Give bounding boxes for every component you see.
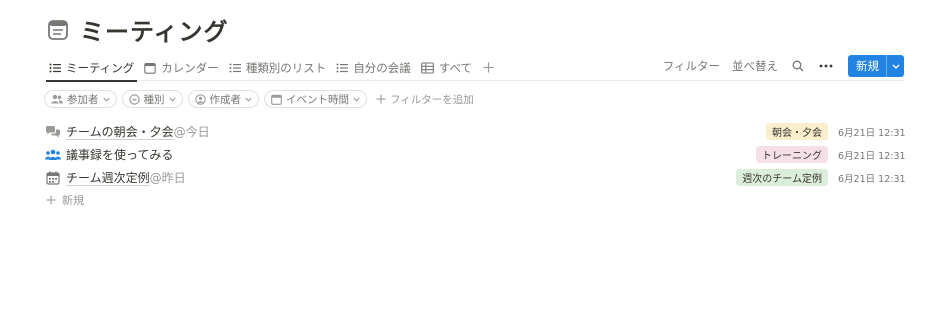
list-item[interactable]: 議事録を使ってみる トレーニング 6月21日 12:31 — [44, 143, 906, 166]
sort-button[interactable]: 並べ替え — [726, 58, 784, 74]
filter-label: 参加者 — [67, 93, 99, 106]
tab-my-meetings[interactable]: 自分の会議 — [331, 55, 416, 80]
chat-icon — [44, 123, 62, 141]
tab-label: カレンダー — [161, 60, 219, 75]
plus-icon — [376, 94, 386, 104]
add-row-button[interactable]: 新規 — [44, 189, 904, 211]
list-icon — [229, 63, 241, 72]
add-view-button[interactable] — [477, 55, 500, 80]
add-row-label: 新規 — [62, 194, 84, 207]
created-date: 6月21日 12:31 — [838, 150, 906, 162]
calendar-icon — [144, 62, 157, 74]
list-icon — [49, 63, 61, 72]
filter-type[interactable]: 種別 — [121, 90, 183, 108]
document-icon[interactable] — [46, 18, 70, 42]
plus-icon — [483, 62, 494, 73]
created-date: 6月21日 12:31 — [838, 173, 906, 185]
row-title[interactable]: 議事録を使ってみる — [66, 146, 173, 163]
calendar-icon — [271, 94, 282, 105]
search-icon[interactable] — [787, 60, 809, 72]
view-toolbar: フィルター 並べ替え 新規 — [657, 55, 904, 77]
filter-label: 作成者 — [209, 93, 242, 106]
view-tabs: ミーティング カレンダー 種類別のリスト 自分の会議 すべて — [44, 55, 500, 82]
type-tag: 週次のチーム定例 — [736, 169, 828, 186]
chevron-down-icon — [168, 97, 176, 102]
tab-all[interactable]: すべて — [416, 55, 477, 80]
add-filter-label: フィルターを追加 — [390, 93, 474, 106]
row-properties: 週次のチーム定例 6月21日 12:31 — [736, 166, 906, 189]
filter-label: 種別 — [143, 93, 165, 106]
type-tag: トレーニング — [756, 146, 828, 163]
chevron-down-icon — [245, 97, 252, 102]
list-icon — [336, 63, 349, 72]
filter-bar: 参加者 種別 作成者 イベント時間 フィルターを追加 — [44, 90, 474, 108]
type-tag: 朝会・夕会 — [766, 123, 828, 140]
select-icon — [128, 93, 140, 105]
new-button[interactable]: 新規 — [848, 55, 904, 77]
chevron-down-icon — [353, 97, 360, 102]
date-mention[interactable]: @昨日 — [150, 169, 186, 186]
people-icon — [44, 146, 62, 164]
row-title[interactable]: チームの朝会・夕会 — [66, 123, 174, 140]
chevron-down-icon — [102, 97, 110, 102]
person-icon — [194, 93, 206, 105]
page-header: ミーティング — [46, 12, 229, 47]
filter-creator[interactable]: 作成者 — [187, 90, 259, 108]
page-title: ミーティング — [80, 18, 229, 46]
row-title[interactable]: チーム週次定例 — [66, 169, 150, 186]
add-filter-button[interactable]: フィルターを追加 — [376, 92, 474, 107]
row-properties: 朝会・夕会 6月21日 12:31 — [766, 120, 906, 143]
meeting-list: チームの朝会・夕会 @今日 朝会・夕会 6月21日 12:31 議事録を使ってみ… — [44, 120, 906, 211]
date-mention[interactable]: @今日 — [174, 123, 210, 140]
created-date: 6月21日 12:31 — [838, 127, 906, 139]
table-icon — [420, 61, 434, 74]
tab-meetings[interactable]: ミーティング — [44, 55, 139, 82]
filter-event-time[interactable]: イベント時間 — [264, 90, 367, 108]
calendar-icon — [44, 169, 62, 187]
tab-calendar[interactable]: カレンダー — [139, 55, 224, 80]
filter-participants[interactable]: 参加者 — [44, 90, 117, 108]
plus-icon — [46, 195, 56, 205]
filter-button[interactable]: フィルター — [657, 58, 726, 74]
chevron-down-icon[interactable] — [886, 55, 904, 77]
row-properties: トレーニング 6月21日 12:31 — [756, 143, 906, 166]
view-tabbar: ミーティング カレンダー 種類別のリスト 自分の会議 すべて フィルター 並べ替… — [44, 55, 904, 82]
tab-by-type[interactable]: 種類別のリスト — [224, 55, 332, 80]
tab-label: ミーティング — [66, 60, 135, 75]
list-item[interactable]: チーム週次定例 @昨日 週次のチーム定例 6月21日 12:31 — [44, 166, 906, 189]
tab-label: 自分の会議 — [353, 60, 411, 75]
more-options-icon[interactable] — [815, 64, 837, 68]
new-button-label[interactable]: 新規 — [848, 58, 886, 74]
list-item[interactable]: チームの朝会・夕会 @今日 朝会・夕会 6月21日 12:31 — [44, 120, 906, 143]
filter-label: イベント時間 — [286, 93, 349, 106]
tab-label: 種類別のリスト — [245, 60, 327, 75]
tab-label: すべて — [438, 60, 473, 75]
people-icon — [51, 94, 63, 104]
